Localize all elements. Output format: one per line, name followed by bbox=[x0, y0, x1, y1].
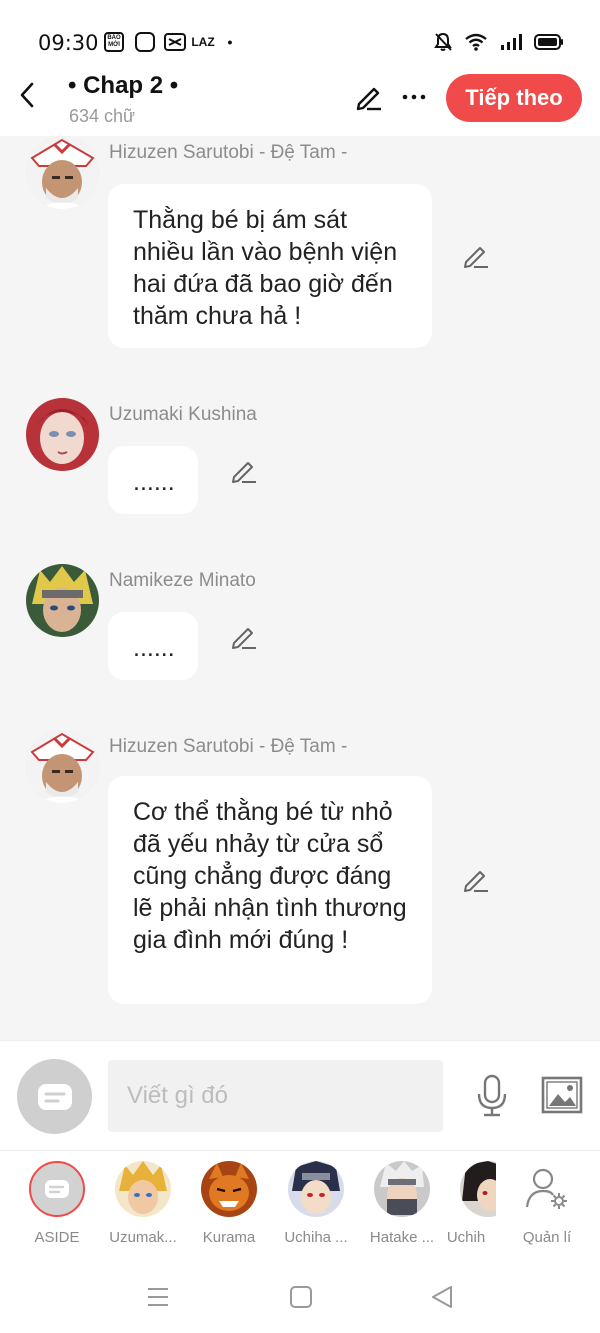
edit-message-button[interactable] bbox=[230, 457, 258, 485]
back-button[interactable] bbox=[14, 80, 40, 110]
edit-message-button[interactable] bbox=[462, 242, 490, 270]
status-right-icons bbox=[434, 32, 564, 52]
recent-apps-button[interactable] bbox=[144, 1283, 172, 1311]
character-label: Quản lí bbox=[522, 1229, 572, 1246]
character-uzumaki[interactable]: Uzumak... bbox=[103, 1161, 183, 1246]
character-label: Uchiha ... bbox=[284, 1229, 348, 1246]
manage-characters-button[interactable]: Quản lí bbox=[507, 1161, 587, 1246]
triangle-back-icon bbox=[432, 1286, 452, 1308]
pencil-icon bbox=[232, 628, 256, 649]
minato-avatar[interactable] bbox=[26, 564, 99, 637]
character-uchiha[interactable]: Uchiha ... bbox=[276, 1161, 356, 1246]
message-input[interactable] bbox=[108, 1060, 443, 1132]
mute-bell-icon bbox=[434, 32, 452, 51]
message-bubble[interactable]: ...... bbox=[108, 446, 198, 514]
capcut-app-icon bbox=[164, 32, 186, 52]
more-dots-icon bbox=[402, 94, 426, 100]
sender-name: Uzumaki Kushina bbox=[109, 404, 257, 425]
chevron-left-icon bbox=[20, 82, 34, 108]
baomoi-app-icon: BÁO MỚI bbox=[104, 32, 124, 52]
system-nav-bar bbox=[0, 1255, 600, 1333]
message-list[interactable]: Hizuzen Sarutobi - Đệ Tam - Thằng bé bị … bbox=[0, 136, 600, 1040]
edit-message-button[interactable] bbox=[462, 866, 490, 894]
composer bbox=[0, 1040, 600, 1150]
image-upload-button[interactable] bbox=[541, 1076, 583, 1114]
sender-name: Hizuzen Sarutobi - Đệ Tam - bbox=[109, 736, 348, 757]
pencil-icon bbox=[232, 462, 256, 483]
aside-toggle-button[interactable] bbox=[17, 1059, 92, 1134]
voice-input-button[interactable] bbox=[474, 1074, 510, 1118]
character-bar: ASIDE Uzumak... Kurama Uchiha ... Hatake… bbox=[0, 1150, 600, 1255]
character-uchih[interactable]: Uchih bbox=[436, 1161, 496, 1246]
kurama-avatar bbox=[201, 1161, 257, 1217]
wifi-icon bbox=[465, 33, 487, 51]
sender-name: Namikeze Minato bbox=[109, 570, 256, 591]
itachi-avatar bbox=[460, 1161, 496, 1217]
character-label: ASIDE bbox=[34, 1229, 80, 1246]
manage-avatar bbox=[519, 1161, 575, 1217]
message-bubble[interactable]: Thằng bé bị ám sát nhiều lần vào bệnh vi… bbox=[108, 184, 432, 348]
naruto-avatar bbox=[115, 1161, 171, 1217]
more-options-button[interactable] bbox=[399, 82, 429, 112]
pencil-icon bbox=[464, 247, 488, 268]
user-settings-icon bbox=[525, 1168, 567, 1209]
menu-lines-icon bbox=[148, 1288, 168, 1306]
word-count: 634 chữ bbox=[69, 106, 136, 126]
square-icon bbox=[290, 1286, 312, 1308]
pencil-icon bbox=[356, 87, 381, 111]
message-bubble[interactable]: ...... bbox=[108, 612, 198, 680]
notification-dot: • bbox=[227, 34, 233, 50]
character-label: Hatake ... bbox=[369, 1229, 435, 1246]
home-button[interactable] bbox=[287, 1283, 315, 1311]
character-label: Uzumak... bbox=[109, 1229, 177, 1246]
message-bubble[interactable]: Cơ thể thằng bé từ nhỏ đã yếu nhảy từ cử… bbox=[108, 776, 432, 1004]
chapter-title: • Chap 2 • bbox=[68, 72, 179, 99]
sasuke-avatar bbox=[288, 1161, 344, 1217]
status-bar: 09:30 BÁO MỚI LAZ • bbox=[0, 0, 600, 70]
character-label: Kurama bbox=[202, 1229, 256, 1246]
lazada-app-icon: LAZ bbox=[191, 35, 215, 49]
edit-chapter-button[interactable] bbox=[354, 82, 384, 112]
character-aside[interactable]: ASIDE bbox=[17, 1161, 97, 1246]
battery-icon bbox=[534, 34, 563, 50]
messenger-app-icon bbox=[135, 32, 155, 52]
chat-bubble-icon bbox=[37, 1083, 72, 1110]
microphone-icon bbox=[477, 1074, 507, 1117]
chapter-header: • Chap 2 • 634 chữ Tiếp theo bbox=[0, 70, 600, 136]
sender-name: Hizuzen Sarutobi - Đệ Tam - bbox=[109, 142, 348, 163]
character-label: Uchih bbox=[446, 1229, 486, 1246]
next-chapter-button[interactable]: Tiếp theo bbox=[446, 74, 582, 122]
image-icon bbox=[541, 1076, 583, 1114]
status-time: 09:30 bbox=[38, 31, 99, 55]
edit-message-button[interactable] bbox=[230, 623, 258, 651]
aside-avatar bbox=[29, 1161, 85, 1217]
character-hatake[interactable]: Hatake ... bbox=[362, 1161, 442, 1246]
kakashi-avatar bbox=[374, 1161, 430, 1217]
sarutobi-avatar[interactable] bbox=[26, 136, 99, 209]
sarutobi-avatar[interactable] bbox=[26, 730, 99, 803]
pencil-icon bbox=[464, 871, 488, 892]
chat-bubble-icon bbox=[45, 1180, 69, 1198]
kushina-avatar[interactable] bbox=[26, 398, 99, 471]
character-kurama[interactable]: Kurama bbox=[189, 1161, 269, 1246]
signal-icon bbox=[501, 34, 522, 50]
back-nav-button[interactable] bbox=[429, 1283, 457, 1311]
